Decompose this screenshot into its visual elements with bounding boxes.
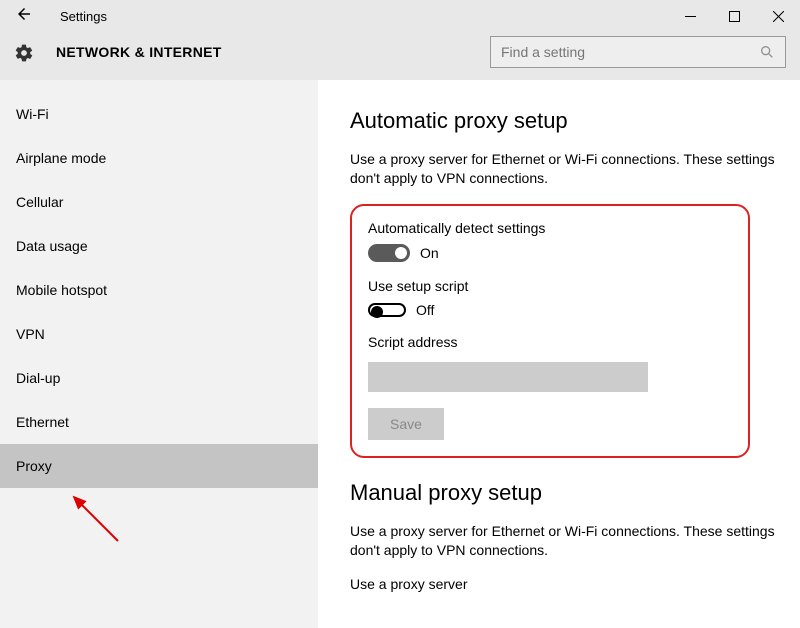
sidebar-item-data-usage[interactable]: Data usage	[0, 224, 318, 268]
annotation-highlight: Automatically detect settings On Use set…	[350, 204, 750, 458]
search-icon	[759, 44, 775, 60]
sidebar-item-label: Airplane mode	[16, 150, 106, 166]
sidebar-item-ethernet[interactable]: Ethernet	[0, 400, 318, 444]
auto-proxy-title: Automatic proxy setup	[350, 108, 780, 134]
sidebar-item-label: Data usage	[16, 238, 88, 254]
sidebar-item-dialup[interactable]: Dial-up	[0, 356, 318, 400]
auto-detect-state: On	[420, 245, 439, 261]
section-title: NETWORK & INTERNET	[56, 44, 222, 60]
close-icon	[773, 11, 784, 22]
gear-icon	[14, 43, 34, 63]
sidebar-item-label: Cellular	[16, 194, 63, 210]
sidebar-item-label: Dial-up	[16, 370, 60, 386]
sidebar-item-label: Ethernet	[16, 414, 69, 430]
save-button[interactable]: Save	[368, 408, 444, 440]
script-address-label: Script address	[368, 334, 732, 350]
content: Automatic proxy setup Use a proxy server…	[318, 80, 800, 628]
auto-detect-toggle[interactable]	[368, 244, 410, 262]
auto-detect-label: Automatically detect settings	[368, 220, 732, 236]
sidebar-item-vpn[interactable]: VPN	[0, 312, 318, 356]
main: Wi-Fi Airplane mode Cellular Data usage …	[0, 80, 800, 628]
minimize-icon	[685, 11, 696, 22]
use-proxy-label: Use a proxy server	[350, 576, 780, 592]
maximize-button[interactable]	[712, 0, 756, 32]
setup-script-state: Off	[416, 302, 434, 318]
sidebar-item-wifi[interactable]: Wi-Fi	[0, 92, 318, 136]
window-title: Settings	[60, 9, 107, 24]
manual-proxy-title: Manual proxy setup	[350, 480, 780, 506]
search-box[interactable]	[490, 36, 786, 68]
titlebar: Settings	[0, 0, 800, 32]
sidebar-item-label: Wi-Fi	[16, 106, 49, 122]
sidebar-item-label: Proxy	[16, 458, 52, 474]
search-input[interactable]	[501, 44, 759, 60]
setup-script-label: Use setup script	[368, 278, 732, 294]
sidebar-item-airplane[interactable]: Airplane mode	[0, 136, 318, 180]
back-button[interactable]	[14, 5, 34, 28]
auto-proxy-desc: Use a proxy server for Ethernet or Wi-Fi…	[350, 150, 780, 188]
sidebar-item-label: VPN	[16, 326, 45, 342]
back-arrow-icon	[15, 5, 33, 23]
sidebar-item-cellular[interactable]: Cellular	[0, 180, 318, 224]
sidebar-item-label: Mobile hotspot	[16, 282, 107, 298]
maximize-icon	[729, 11, 740, 22]
sidebar: Wi-Fi Airplane mode Cellular Data usage …	[0, 80, 318, 628]
setup-script-toggle[interactable]	[368, 303, 406, 317]
sidebar-item-proxy[interactable]: Proxy	[0, 444, 318, 488]
sidebar-item-hotspot[interactable]: Mobile hotspot	[0, 268, 318, 312]
script-address-input[interactable]	[368, 362, 648, 392]
close-button[interactable]	[756, 0, 800, 32]
header: NETWORK & INTERNET	[0, 32, 800, 80]
minimize-button[interactable]	[668, 0, 712, 32]
manual-proxy-desc: Use a proxy server for Ethernet or Wi-Fi…	[350, 522, 780, 560]
